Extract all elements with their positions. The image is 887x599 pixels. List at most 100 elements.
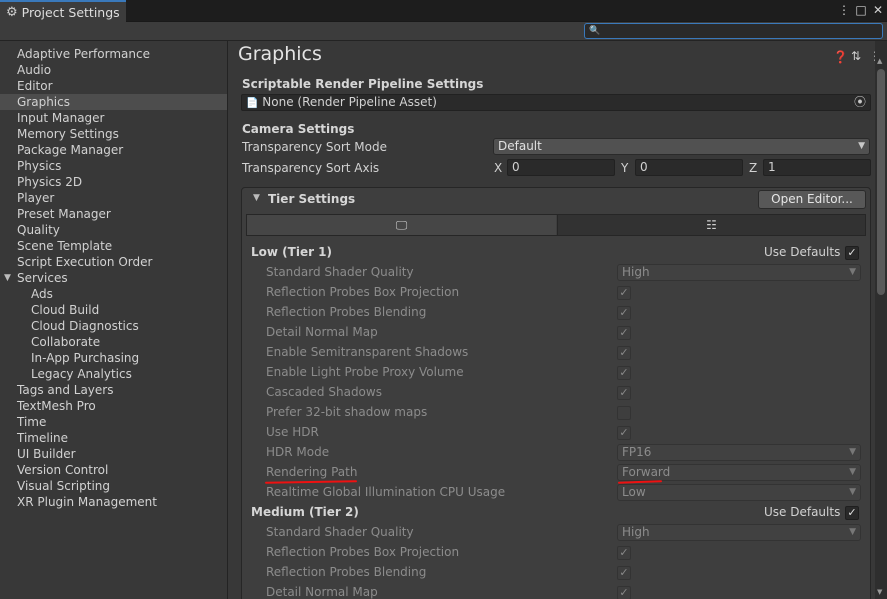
sidebar-item[interactable]: Timeline bbox=[0, 430, 227, 446]
sidebar-item-label: Collaborate bbox=[31, 335, 101, 349]
transparency-sort-mode-dropdown[interactable]: Default ▼ bbox=[493, 138, 870, 155]
tier-setting-label: Standard Shader Quality bbox=[266, 265, 414, 279]
axis-x-field[interactable]: 0 bbox=[507, 159, 615, 176]
sidebar-item-label: Tags and Layers bbox=[17, 383, 114, 397]
use-defaults-label: Use Defaults bbox=[764, 245, 841, 259]
sidebar-item[interactable]: XR Plugin Management bbox=[0, 494, 227, 510]
sidebar-item[interactable]: ▼ Services bbox=[0, 270, 227, 286]
tier-setting-checkbox[interactable]: ✓ bbox=[617, 546, 631, 560]
window-controls: ⋮ □ ✕ bbox=[837, 2, 885, 18]
sidebar-item[interactable]: Input Manager bbox=[0, 110, 227, 126]
sidebar-item[interactable]: Cloud Build bbox=[0, 302, 227, 318]
maximize-icon[interactable]: □ bbox=[854, 2, 868, 18]
use-defaults-checkbox[interactable]: ✓ bbox=[845, 246, 859, 260]
vertical-scrollbar[interactable]: ▲ ▼ bbox=[875, 41, 887, 599]
search-input[interactable]: 🔍 bbox=[584, 23, 883, 39]
sidebar-item[interactable]: UI Builder bbox=[0, 446, 227, 462]
sidebar-item[interactable]: Scene Template bbox=[0, 238, 227, 254]
tier-setting-dropdown[interactable]: High ▼ bbox=[617, 524, 861, 541]
tier-setting-dropdown[interactable]: Forward ▼ bbox=[617, 464, 861, 481]
sidebar-item-label: Physics bbox=[17, 159, 62, 173]
sidebar-item[interactable]: Cloud Diagnostics bbox=[0, 318, 227, 334]
help-icon[interactable]: ❓ bbox=[833, 50, 848, 64]
sidebar-item[interactable]: Legacy Analytics bbox=[0, 366, 227, 382]
use-defaults-checkbox[interactable]: ✓ bbox=[845, 506, 859, 520]
chevron-down-icon: ▼ bbox=[849, 447, 856, 457]
sidebar-item[interactable]: Physics bbox=[0, 158, 227, 174]
sidebar-item-label: Timeline bbox=[17, 431, 69, 445]
axis-y-label: Y bbox=[621, 161, 629, 175]
sidebar-item[interactable]: Editor bbox=[0, 78, 227, 94]
sidebar-item-label: Physics 2D bbox=[17, 175, 83, 189]
sidebar-item-label: In-App Purchasing bbox=[31, 351, 140, 365]
tier-setting-checkbox[interactable]: ✓ bbox=[617, 426, 631, 440]
object-picker-icon[interactable]: ⦿ bbox=[854, 95, 866, 110]
sidebar-item[interactable]: Script Execution Order bbox=[0, 254, 227, 270]
tier-setting-dropdown[interactable]: Low ▼ bbox=[617, 484, 861, 501]
tier-setting-checkbox[interactable]: ✓ bbox=[617, 306, 631, 320]
sidebar-item[interactable]: Ads bbox=[0, 286, 227, 302]
sidebar-item[interactable]: Audio bbox=[0, 62, 227, 78]
sidebar-item[interactable]: Version Control bbox=[0, 462, 227, 478]
file-icon: 📄 bbox=[246, 98, 259, 109]
tier-setting-dropdown[interactable]: High ▼ bbox=[617, 264, 861, 281]
tier-setting-dropdown[interactable]: FP16 ▼ bbox=[617, 444, 861, 461]
tier-settings-heading: Tier Settings bbox=[268, 192, 356, 206]
tab-standalone[interactable]: 🖵 bbox=[247, 215, 556, 235]
sidebar-item[interactable]: Graphics bbox=[0, 94, 227, 110]
axis-y-field[interactable]: 0 bbox=[635, 159, 743, 176]
tier-setting-checkbox[interactable]: ✓ bbox=[617, 566, 631, 580]
sidebar-item-label: Visual Scripting bbox=[17, 479, 110, 493]
tab-server[interactable]: ☷ bbox=[557, 215, 865, 235]
tier-setting-label: Prefer 32-bit shadow maps bbox=[266, 405, 428, 419]
sidebar-item[interactable]: In-App Purchasing bbox=[0, 350, 227, 366]
sidebar-item-label: Audio bbox=[17, 63, 52, 77]
sidebar-item[interactable]: TextMesh Pro bbox=[0, 398, 227, 414]
title-bar: ⚙ Project Settings ⋮ □ ✕ bbox=[0, 0, 887, 22]
foldout-arrow-icon[interactable]: ▼ bbox=[253, 193, 260, 203]
sidebar-item-label: Time bbox=[17, 415, 47, 429]
tier-setting-checkbox[interactable]: ✓ bbox=[617, 586, 631, 599]
sidebar-item[interactable]: Time bbox=[0, 414, 227, 430]
transparency-sort-mode-label: Transparency Sort Mode bbox=[242, 140, 387, 154]
monitor-icon: 🖵 bbox=[395, 218, 408, 232]
tier-setting-checkbox[interactable]: ✓ bbox=[617, 286, 631, 300]
tier-setting-checkbox[interactable] bbox=[617, 406, 631, 420]
scroll-down-icon[interactable]: ▼ bbox=[877, 588, 882, 596]
transparency-sort-axis-label: Transparency Sort Axis bbox=[242, 161, 380, 175]
close-icon[interactable]: ✕ bbox=[871, 2, 885, 18]
tier-setting-label: Standard Shader Quality bbox=[266, 525, 414, 539]
expand-arrow-icon[interactable]: ▼ bbox=[4, 270, 11, 286]
axis-z-field[interactable]: 1 bbox=[763, 159, 871, 176]
sidebar-item[interactable]: Adaptive Performance bbox=[0, 46, 227, 62]
sidebar-item[interactable]: Preset Manager bbox=[0, 206, 227, 222]
sidebar-item[interactable]: Visual Scripting bbox=[0, 478, 227, 494]
sidebar-item-label: Services bbox=[17, 271, 68, 285]
tier-setting-checkbox[interactable]: ✓ bbox=[617, 346, 631, 360]
open-editor-button[interactable]: Open Editor... bbox=[758, 190, 866, 209]
tier-setting-label: Reflection Probes Blending bbox=[266, 305, 427, 319]
sidebar-item[interactable]: Tags and Layers bbox=[0, 382, 227, 398]
project-settings-tab[interactable]: ⚙ Project Settings bbox=[0, 0, 126, 22]
tier-setting-checkbox[interactable]: ✓ bbox=[617, 386, 631, 400]
render-pipeline-asset-field[interactable]: 📄 None (Render Pipeline Asset) ⦿ bbox=[241, 94, 871, 111]
tier-setting-label: Enable Light Probe Proxy Volume bbox=[266, 365, 464, 379]
scroll-up-icon[interactable]: ▲ bbox=[877, 57, 882, 65]
sidebar-item-label: Cloud Build bbox=[31, 303, 100, 317]
sidebar-item[interactable]: Physics 2D bbox=[0, 174, 227, 190]
preset-icon[interactable]: ⇅ bbox=[851, 49, 861, 63]
sidebar-item[interactable]: Collaborate bbox=[0, 334, 227, 350]
sidebar-item-label: Version Control bbox=[17, 463, 109, 477]
more-options-icon[interactable]: ⋮ bbox=[837, 2, 851, 18]
axis-z-label: Z bbox=[749, 161, 758, 175]
sidebar-item[interactable]: Memory Settings bbox=[0, 126, 227, 142]
sidebar-item[interactable]: Quality bbox=[0, 222, 227, 238]
sidebar-item-label: Ads bbox=[31, 287, 53, 301]
scroll-thumb[interactable] bbox=[877, 69, 885, 295]
chevron-down-icon: ▼ bbox=[858, 141, 865, 151]
sidebar-item[interactable]: Package Manager bbox=[0, 142, 227, 158]
sidebar-item[interactable]: Player bbox=[0, 190, 227, 206]
tier-setting-checkbox[interactable]: ✓ bbox=[617, 326, 631, 340]
tier-setting-label: Cascaded Shadows bbox=[266, 385, 382, 399]
tier-setting-checkbox[interactable]: ✓ bbox=[617, 366, 631, 380]
